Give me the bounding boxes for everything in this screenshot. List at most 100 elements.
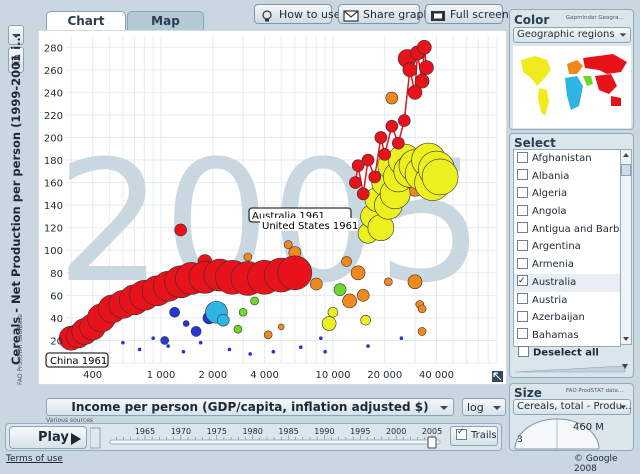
- country-checkbox[interactable]: [517, 204, 528, 216]
- country-checkbox[interactable]: [517, 257, 528, 269]
- country-checkbox[interactable]: [517, 274, 528, 291]
- country-item[interactable]: Armenia: [514, 256, 620, 274]
- bubble-chart[interactable]: 2005 02040608010012014016018020022024026…: [38, 30, 507, 385]
- bubble[interactable]: [333, 283, 347, 297]
- bubble[interactable]: [321, 316, 337, 331]
- bubble[interactable]: [417, 304, 427, 314]
- trails-checkbox[interactable]: [456, 427, 467, 440]
- x-axis-selector[interactable]: Income per person (GDP/capita, inflation…: [46, 398, 454, 416]
- bubble[interactable]: [121, 340, 125, 345]
- bubble[interactable]: [250, 296, 259, 306]
- color-indicator-dropdown[interactable]: Geographic regions: [513, 27, 631, 43]
- country-checkbox[interactable]: [517, 186, 528, 198]
- country-item[interactable]: Austria: [514, 292, 620, 310]
- full-screen-button[interactable]: Full screen: [425, 4, 509, 24]
- country-checkbox[interactable]: [517, 169, 528, 181]
- bubble[interactable]: [342, 293, 357, 309]
- country-checkbox[interactable]: [517, 222, 528, 234]
- bubble[interactable]: [271, 349, 276, 354]
- bubble[interactable]: [366, 344, 370, 348]
- terms-of-use-link[interactable]: Terms of use: [6, 454, 63, 464]
- country-item[interactable]: Algeria: [514, 185, 620, 203]
- country-item[interactable]: Afghanistan: [514, 150, 620, 168]
- bubble[interactable]: [417, 327, 427, 336]
- country-item[interactable]: Argentina: [514, 238, 620, 256]
- world-region-map[interactable]: [513, 46, 631, 128]
- bubble[interactable]: [341, 256, 352, 267]
- trail-bubble[interactable]: [419, 60, 434, 75]
- bubble[interactable]: [327, 306, 339, 318]
- share-graph-button[interactable]: Share graph: [338, 4, 430, 24]
- deselect-all-checkbox[interactable]: [518, 346, 529, 357]
- country-item[interactable]: Bahamas: [514, 327, 620, 345]
- bubble[interactable]: [137, 347, 142, 352]
- bubble[interactable]: [399, 336, 404, 340]
- country-item[interactable]: Australia: [514, 273, 620, 292]
- bubble[interactable]: [190, 326, 202, 337]
- bubble[interactable]: [166, 344, 170, 348]
- bubble[interactable]: [350, 265, 366, 281]
- chevron-down-icon[interactable]: [621, 334, 631, 344]
- bubble[interactable]: [169, 306, 180, 318]
- country-checkbox[interactable]: [517, 310, 528, 322]
- trail-bubble[interactable]: [402, 62, 418, 78]
- trails-toggle[interactable]: Trails: [450, 426, 498, 446]
- country-item[interactable]: Albania: [514, 168, 620, 186]
- country-item[interactable]: Azerbaijan: [514, 309, 620, 327]
- play-button[interactable]: Play: [9, 426, 87, 449]
- bubble[interactable]: [319, 336, 323, 340]
- trail-bubble[interactable]: [378, 148, 392, 161]
- time-slider[interactable]: 1965 1970 1975 1980 1985 1990 1995 2000 2005: [90, 426, 445, 450]
- bubble[interactable]: [233, 324, 243, 334]
- bubble[interactable]: [385, 91, 399, 105]
- bubble[interactable]: [384, 277, 393, 287]
- deselect-all-button[interactable]: Deselect all: [515, 346, 599, 359]
- country-checkbox[interactable]: [517, 328, 528, 340]
- bubble[interactable]: [216, 313, 230, 327]
- speed-control[interactable]: [90, 427, 101, 449]
- bubble[interactable]: [160, 336, 169, 345]
- country-list-scrollbar[interactable]: [620, 149, 632, 345]
- time-slider-handle[interactable]: [427, 436, 437, 449]
- bubble[interactable]: [181, 349, 186, 354]
- country-item[interactable]: Angola: [514, 203, 620, 221]
- country-item[interactable]: Antigua and Barbuda: [514, 221, 620, 239]
- bubble[interactable]: [248, 352, 252, 356]
- opacity-slider[interactable]: [513, 363, 631, 375]
- trail-bubble[interactable]: [414, 73, 430, 89]
- x-scale-selector[interactable]: log: [462, 398, 506, 416]
- bubble[interactable]: [407, 274, 423, 290]
- country-checkbox[interactable]: [517, 239, 528, 251]
- trail-bubble[interactable]: [349, 176, 362, 189]
- trail-bubble[interactable]: [361, 153, 375, 167]
- bubble[interactable]: [174, 223, 187, 237]
- bubble[interactable]: [151, 336, 155, 340]
- chevron-up-icon[interactable]: [621, 150, 631, 160]
- country-checkbox[interactable]: [517, 293, 528, 304]
- scrollbar-thumb[interactable]: [621, 164, 631, 176]
- bubble[interactable]: [238, 307, 248, 317]
- bubble[interactable]: [227, 347, 232, 352]
- trail-bubble[interactable]: [277, 255, 313, 291]
- trail-bubble[interactable]: [385, 119, 399, 133]
- bubble[interactable]: [198, 340, 203, 345]
- bubble[interactable]: [356, 289, 370, 302]
- trail-bubble[interactable]: [374, 131, 388, 144]
- tab-chart[interactable]: Chart: [46, 11, 126, 31]
- bubble[interactable]: [277, 323, 285, 331]
- bubble[interactable]: [182, 320, 190, 327]
- trail-bubble[interactable]: [417, 39, 432, 55]
- how-to-use-button[interactable]: How to use: [254, 4, 341, 24]
- tab-map[interactable]: Map: [127, 11, 204, 31]
- bubble[interactable]: [243, 252, 253, 262]
- trail-bubble[interactable]: [421, 158, 459, 196]
- trail-bubble[interactable]: [392, 136, 405, 150]
- bubble[interactable]: [298, 345, 303, 350]
- trail-bubble[interactable]: [368, 170, 382, 184]
- resize-icon[interactable]: [492, 371, 503, 382]
- trail-bubble[interactable]: [356, 187, 370, 201]
- bubble[interactable]: [360, 314, 371, 326]
- size-indicator-dropdown[interactable]: Cereals, total - Produ...: [513, 399, 632, 415]
- country-checkbox[interactable]: [517, 151, 528, 163]
- bubble[interactable]: [263, 330, 273, 340]
